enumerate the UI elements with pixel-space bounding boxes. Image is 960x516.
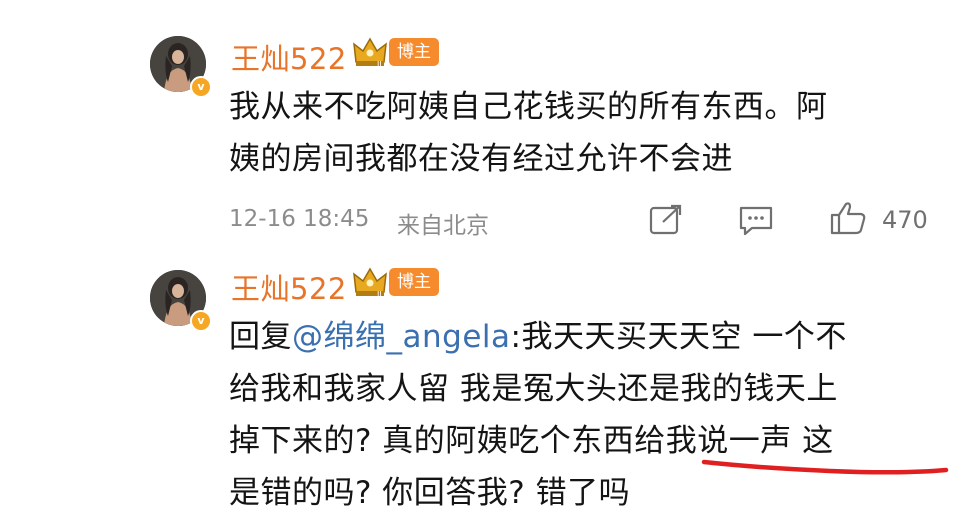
reply-mention-link[interactable]: @绵绵_angela: [292, 319, 511, 355]
like-count: 470: [882, 206, 928, 234]
blogger-badge: 博主: [389, 268, 439, 296]
like-icon[interactable]: [829, 200, 867, 240]
reply-text: :我天天买天天空 一个不: [510, 319, 847, 355]
username[interactable]: 王灿522: [231, 266, 347, 308]
reply-text-line: 回复@绵绵_angela:我天天买天天空 一个不: [229, 317, 847, 357]
comment-text-line: 给我和我家人留 我是冤大头还是我的钱天上: [229, 371, 838, 407]
comment-text-line: 姨的房间我都在没有经过允许不会进: [229, 141, 733, 177]
crown-icon: II: [352, 36, 388, 72]
comment-text-line: 是错的吗? 你回答我? 错了吗: [229, 475, 631, 511]
verified-icon: v: [190, 310, 212, 332]
crown-icon: II: [352, 266, 388, 302]
username[interactable]: 王灿522: [231, 36, 347, 78]
blogger-badge: 博主: [389, 38, 439, 66]
share-icon[interactable]: [649, 204, 683, 240]
svg-text:II: II: [377, 60, 382, 68]
comment-icon[interactable]: [738, 204, 774, 240]
red-underline-annotation: [700, 452, 952, 484]
location: 来自北京: [397, 213, 489, 239]
verified-icon: v: [190, 76, 212, 98]
timestamp: 12-16 18:45: [229, 206, 370, 232]
svg-text:II: II: [377, 290, 382, 298]
reply-prefix: 回复: [229, 319, 292, 355]
comment-text-line: 我从来不吃阿姨自己花钱买的所有东西。阿: [229, 89, 828, 125]
